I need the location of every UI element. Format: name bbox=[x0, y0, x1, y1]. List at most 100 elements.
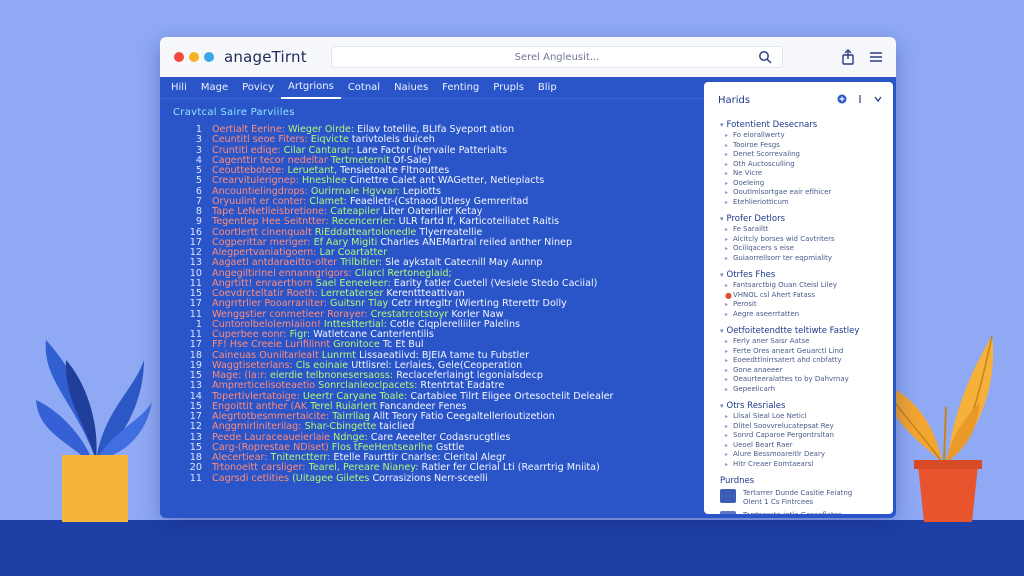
chevron-down-icon[interactable]: ▾ bbox=[720, 271, 724, 279]
code-token: (Uitagee Giletes bbox=[289, 472, 370, 484]
minimize-window-button[interactable] bbox=[189, 52, 199, 62]
tree-group-header[interactable]: ▾ Profer Detlors bbox=[720, 214, 890, 225]
floor bbox=[0, 520, 1024, 576]
recent-section: Purdnes Tertarrer Dunde Casitie Feiatng Ol… bbox=[720, 476, 890, 514]
chevron-down-icon[interactable]: ▾ bbox=[720, 121, 724, 129]
menu-item[interactable]: Mage bbox=[194, 77, 235, 99]
window-controls bbox=[174, 52, 214, 62]
tree-item[interactable]: ▸ Eoeedttlnirrsatert ahd cnbfatty bbox=[720, 356, 890, 366]
bullet-icon: ▸ bbox=[725, 451, 729, 458]
bullet-icon: ▸ bbox=[725, 198, 729, 206]
bullet-icon: ▸ bbox=[725, 132, 729, 139]
tree-item-label: Gepeelicarh bbox=[733, 384, 776, 393]
recent-item-line: Olent 1 Cs Fintrcees bbox=[743, 497, 814, 506]
search-input[interactable]: Serel Angleusit... bbox=[331, 46, 783, 68]
tree-group-label: Fotentient Desecnars bbox=[726, 120, 818, 130]
menu-item[interactable]: Blip bbox=[531, 77, 564, 99]
tree-group-header[interactable]: ▾ Oetfoitetendtte teltiwte Fastley bbox=[720, 326, 890, 337]
tree-item[interactable]: ▸ Aegre aseerrtatten bbox=[720, 310, 890, 320]
tree-group-header[interactable]: ▾ Fotentient Desecnars bbox=[720, 120, 890, 131]
tree-item[interactable]: ▸ Fo eiorallwerty bbox=[720, 131, 890, 141]
tree-item[interactable]: ▸ Llisal Sieal Loe Neticl bbox=[720, 412, 890, 422]
bullet-icon: ▸ bbox=[725, 338, 729, 345]
close-window-button[interactable] bbox=[174, 52, 184, 62]
bullet-icon: ▸ bbox=[725, 301, 729, 308]
code-editor[interactable]: Cravtcal Saire Parviiles 1 Oertialt Eerin… bbox=[160, 99, 703, 518]
menu-item[interactable]: Fenting bbox=[435, 77, 486, 99]
tree-group-header[interactable]: ▾ Otrs Resriales bbox=[720, 401, 890, 412]
tree-item[interactable]: ▸ Ferte Ores aneart Geuarctl Lind bbox=[720, 347, 890, 357]
tree-item-label: Etehlieriotticum bbox=[733, 197, 789, 206]
maximize-window-button[interactable] bbox=[204, 52, 214, 62]
tree-item[interactable]: ▸ Ueoel Beart Raer bbox=[720, 441, 890, 451]
add-icon[interactable] bbox=[837, 94, 847, 104]
tree-item[interactable]: ▸ Gepeelicarh bbox=[720, 385, 890, 395]
tree-item[interactable]: ▸ Guiaorrellsorr ter eqpmiality bbox=[720, 254, 890, 264]
chevron-down-icon[interactable]: ▾ bbox=[720, 215, 724, 223]
menu-item[interactable]: Naiues bbox=[387, 77, 435, 99]
bullet-icon: ▸ bbox=[725, 141, 729, 149]
tree-item-label: Dlitel Soovvrelucatepsat Rey bbox=[733, 421, 834, 430]
tree-item[interactable]: ▸ Hitr Creaer Eomtaearsl bbox=[720, 460, 890, 470]
menu-item[interactable]: Hili bbox=[160, 77, 194, 99]
tree-item[interactable]: ▸ Ferly aner Saisr Aatse bbox=[720, 337, 890, 347]
menu-icon[interactable] bbox=[868, 49, 884, 65]
tree-item-label: Ferte Ores aneart Geuarctl Lind bbox=[733, 346, 844, 355]
chevron-down-icon[interactable]: ▾ bbox=[720, 327, 724, 335]
tree-item[interactable]: ▸ Oth Auctosculling bbox=[720, 160, 890, 170]
tree-item[interactable]: ▸ Etehlieriotticum bbox=[720, 198, 890, 208]
tree-item[interactable]: ▸ Ne Vicre bbox=[720, 169, 890, 179]
tree-group-header[interactable]: ▾ Otrfes Fhes bbox=[720, 270, 890, 281]
more-icon[interactable] bbox=[873, 94, 883, 104]
app-window: anageTirnt Serel Angleusit... Hili Mage Po… bbox=[160, 37, 896, 518]
tree-item-label: Fe Sarailtt bbox=[733, 225, 769, 233]
tree-item[interactable]: ▸ Oeaurteeralattes to by Dahvrnay bbox=[720, 375, 890, 385]
tree-item[interactable]: ▸ Sonrd Caparoe Pergontrsltan bbox=[720, 431, 890, 441]
bullet-icon: ▸ bbox=[725, 245, 729, 252]
tree-item[interactable]: ▸ Ociliqacers s eise bbox=[720, 244, 890, 254]
tree-item-label: Llisal Sieal Loe Neticl bbox=[733, 412, 807, 420]
menu-bar: Hili Mage Povicy Artgrions Cotnal Naiues Fenti… bbox=[160, 77, 703, 99]
tree-item-label: Alcitcly borses wid Cavtriters bbox=[733, 234, 835, 243]
tree-item[interactable]: ▸ Ooeleing bbox=[720, 179, 890, 189]
search-text: Serel Angleusit... bbox=[514, 51, 600, 63]
menu-item[interactable]: Cotnal bbox=[341, 77, 387, 99]
search-icon[interactable] bbox=[758, 50, 772, 64]
tree-item[interactable]: ▸ Alcitcly borses wid Cavtriters bbox=[720, 235, 890, 245]
bullet-icon: ▸ bbox=[725, 189, 729, 196]
recent-item[interactable]: Tarrtserate intle GosacfletesGeecsly en … bbox=[720, 511, 890, 514]
menu-item[interactable]: Artgrions bbox=[281, 77, 341, 99]
bullet-icon: ▸ bbox=[725, 422, 729, 430]
thumbnail-image bbox=[720, 511, 736, 514]
recent-item[interactable]: Tertarrer Dunde Casitie Feiatng Olent 1 C… bbox=[720, 489, 890, 509]
tree-item[interactable]: ▸ Ooutlmlsortgae eair efihicer bbox=[720, 188, 890, 198]
panel-title: Harids bbox=[718, 95, 751, 106]
chevron-down-icon[interactable]: ▾ bbox=[720, 402, 724, 410]
tree-item[interactable]: ▸ Tooiroe Fesgs bbox=[720, 141, 890, 151]
tree-item[interactable]: ▸ Alure Bessmoareitlr Deary bbox=[720, 450, 890, 460]
tree-group-label: Otrfes Fhes bbox=[726, 270, 776, 280]
tree-item-label: Aegre aseerrtatten bbox=[733, 309, 800, 318]
line-number: 11 bbox=[189, 472, 202, 484]
title-bar: anageTirnt Serel Angleusit... bbox=[160, 37, 896, 77]
tree-item-label: Alure Bessmoareitlr Deary bbox=[733, 450, 825, 458]
tree-group-label: Profer Detlors bbox=[726, 214, 786, 224]
tree-group: ▾ Otrfes Fhes ▸ Fantsarctbig Ouan Cteisl Li… bbox=[720, 270, 890, 319]
tree-item[interactable]: ● VHNOL csl Ahert Fatass bbox=[720, 291, 890, 301]
tree-item[interactable]: ▸ Gone anaeeer bbox=[720, 366, 890, 376]
menu-item[interactable]: Povicy bbox=[235, 77, 281, 99]
bullet-icon: ▸ bbox=[725, 179, 729, 187]
alert-dot-icon: ● bbox=[725, 290, 732, 300]
tree-item[interactable]: ▸ Fe Sarailtt bbox=[720, 225, 890, 235]
tree-item[interactable]: ▸ Dlitel Soovvrelucatepsat Rey bbox=[720, 422, 890, 432]
tree-item[interactable]: ▸ Fantsarctbig Ouan Cteisl Liley bbox=[720, 281, 890, 291]
share-icon[interactable] bbox=[840, 49, 856, 65]
tree-item[interactable]: ▸ Perosit bbox=[720, 300, 890, 310]
bullet-icon: ▸ bbox=[725, 310, 729, 318]
menu-item[interactable]: Prupls bbox=[486, 77, 531, 99]
tree-item-label: Gone anaeeer bbox=[733, 365, 783, 374]
tree-item[interactable]: ▸ Denet Scorrevaling bbox=[720, 150, 890, 160]
filter-icon[interactable] bbox=[855, 94, 865, 104]
section-title: Cravtcal Saire Parviiles bbox=[173, 107, 295, 118]
code-line: 11 Cagrsdi cetlities (Uitagee Giletes Cor… bbox=[160, 473, 690, 484]
